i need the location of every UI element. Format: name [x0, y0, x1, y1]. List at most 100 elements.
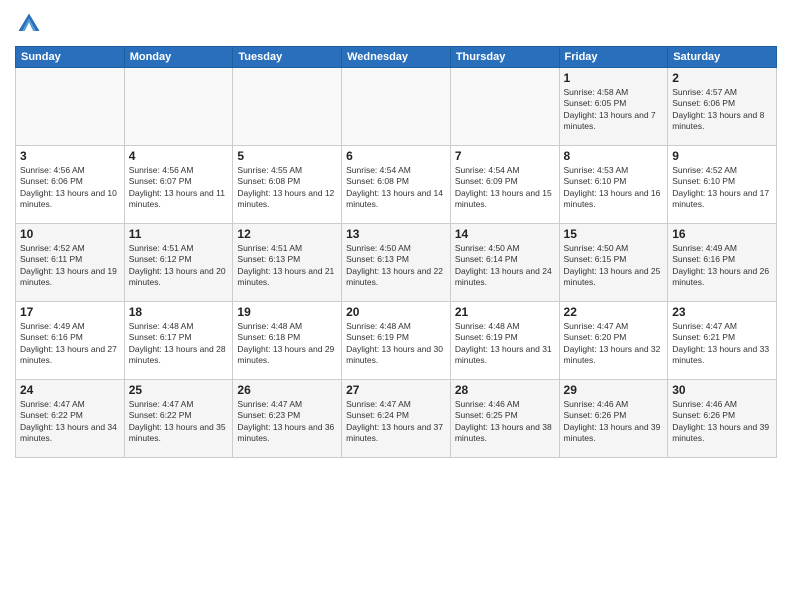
day-cell: 6Sunrise: 4:54 AM Sunset: 6:08 PM Daylig…: [342, 146, 451, 224]
day-number: 6: [346, 149, 446, 163]
day-info: Sunrise: 4:47 AM Sunset: 6:21 PM Dayligh…: [672, 321, 772, 367]
day-cell: 10 Sunrise: 4:52 AM Sunset: 6:11 PM Dayli…: [16, 224, 125, 302]
logo-icon: [15, 10, 43, 38]
day-info: Sunrise: 4:48 AM Sunset: 6:18 PM Dayligh…: [237, 321, 337, 367]
day-cell: 13 Sunrise: 4:50 AM Sunset: 6:13 PM Dayli…: [342, 224, 451, 302]
day-info: Sunrise: 4:47 AM Sunset: 6:24 PM Dayligh…: [346, 399, 446, 445]
day-cell: 17 Sunrise: 4:49 AM Sunset: 6:16 PM Dayli…: [16, 302, 125, 380]
day-number: 30: [672, 383, 772, 397]
weekday-header-tuesday: Tuesday: [233, 47, 342, 68]
day-number: 9: [672, 149, 772, 163]
weekday-header-thursday: Thursday: [450, 47, 559, 68]
day-number: 12: [237, 227, 337, 241]
day-info: Sunrise: 4:54 AM Sunset: 6:09 PM Dayligh…: [455, 165, 555, 211]
day-cell: 25Sunrise: 4:47 AM Sunset: 6:22 PM Dayli…: [124, 380, 233, 458]
day-info: Sunrise: 4:55 AM Sunset: 6:08 PM Dayligh…: [237, 165, 337, 211]
week-row-2: 3 Sunrise: 4:56 AM Sunset: 6:06 PM Daylig…: [16, 146, 777, 224]
day-info: Sunrise: 4:49 AM Sunset: 6:16 PM Dayligh…: [672, 243, 772, 289]
day-number: 3: [20, 149, 120, 163]
day-cell: 21 Sunrise: 4:48 AM Sunset: 6:19 PM Dayli…: [450, 302, 559, 380]
day-cell: 7 Sunrise: 4:54 AM Sunset: 6:09 PM Daylig…: [450, 146, 559, 224]
week-row-4: 17 Sunrise: 4:49 AM Sunset: 6:16 PM Dayli…: [16, 302, 777, 380]
weekday-header-sunday: Sunday: [16, 47, 125, 68]
day-cell: 19 Sunrise: 4:48 AM Sunset: 6:18 PM Dayli…: [233, 302, 342, 380]
day-info: Sunrise: 4:56 AM Sunset: 6:06 PM Dayligh…: [20, 165, 120, 211]
day-number: 5: [237, 149, 337, 163]
day-info: Sunrise: 4:47 AM Sunset: 6:22 PM Dayligh…: [129, 399, 229, 445]
day-cell: [124, 68, 233, 146]
day-number: 21: [455, 305, 555, 319]
day-info: Sunrise: 4:52 AM Sunset: 6:10 PM Dayligh…: [672, 165, 772, 211]
day-cell: 23 Sunrise: 4:47 AM Sunset: 6:21 PM Dayli…: [668, 302, 777, 380]
day-number: 2: [672, 71, 772, 85]
day-number: 10: [20, 227, 120, 241]
day-info: Sunrise: 4:50 AM Sunset: 6:14 PM Dayligh…: [455, 243, 555, 289]
day-number: 15: [564, 227, 664, 241]
day-cell: 29 Sunrise: 4:46 AM Sunset: 6:26 PM Dayli…: [559, 380, 668, 458]
day-number: 26: [237, 383, 337, 397]
day-info: Sunrise: 4:47 AM Sunset: 6:20 PM Dayligh…: [564, 321, 664, 367]
day-cell: 18 Sunrise: 4:48 AM Sunset: 6:17 PM Dayli…: [124, 302, 233, 380]
day-number: 19: [237, 305, 337, 319]
day-cell: 26 Sunrise: 4:47 AM Sunset: 6:23 PM Dayli…: [233, 380, 342, 458]
day-number: 13: [346, 227, 446, 241]
day-cell: 2Sunrise: 4:57 AM Sunset: 6:06 PM Daylig…: [668, 68, 777, 146]
day-info: Sunrise: 4:58 AM Sunset: 6:05 PM Dayligh…: [564, 87, 664, 133]
day-number: 23: [672, 305, 772, 319]
day-info: Sunrise: 4:50 AM Sunset: 6:15 PM Dayligh…: [564, 243, 664, 289]
day-info: Sunrise: 4:48 AM Sunset: 6:19 PM Dayligh…: [455, 321, 555, 367]
day-number: 7: [455, 149, 555, 163]
day-info: Sunrise: 4:50 AM Sunset: 6:13 PM Dayligh…: [346, 243, 446, 289]
day-number: 20: [346, 305, 446, 319]
day-info: Sunrise: 4:46 AM Sunset: 6:26 PM Dayligh…: [564, 399, 664, 445]
logo: [15, 10, 47, 38]
day-cell: 24 Sunrise: 4:47 AM Sunset: 6:22 PM Dayli…: [16, 380, 125, 458]
week-row-1: 1 Sunrise: 4:58 AM Sunset: 6:05 PM Daylig…: [16, 68, 777, 146]
day-info: Sunrise: 4:53 AM Sunset: 6:10 PM Dayligh…: [564, 165, 664, 211]
day-cell: 27 Sunrise: 4:47 AM Sunset: 6:24 PM Dayli…: [342, 380, 451, 458]
day-info: Sunrise: 4:49 AM Sunset: 6:16 PM Dayligh…: [20, 321, 120, 367]
day-info: Sunrise: 4:46 AM Sunset: 6:26 PM Dayligh…: [672, 399, 772, 445]
day-info: Sunrise: 4:51 AM Sunset: 6:12 PM Dayligh…: [129, 243, 229, 289]
day-info: Sunrise: 4:47 AM Sunset: 6:23 PM Dayligh…: [237, 399, 337, 445]
week-row-5: 24 Sunrise: 4:47 AM Sunset: 6:22 PM Dayli…: [16, 380, 777, 458]
day-number: 11: [129, 227, 229, 241]
day-number: 16: [672, 227, 772, 241]
header: [15, 10, 777, 38]
day-cell: 12Sunrise: 4:51 AM Sunset: 6:13 PM Dayli…: [233, 224, 342, 302]
day-cell: 14 Sunrise: 4:50 AM Sunset: 6:14 PM Dayli…: [450, 224, 559, 302]
calendar: SundayMondayTuesdayWednesdayThursdayFrid…: [15, 46, 777, 458]
day-cell: 22Sunrise: 4:47 AM Sunset: 6:20 PM Dayli…: [559, 302, 668, 380]
day-info: Sunrise: 4:56 AM Sunset: 6:07 PM Dayligh…: [129, 165, 229, 211]
day-number: 18: [129, 305, 229, 319]
day-cell: 15 Sunrise: 4:50 AM Sunset: 6:15 PM Dayli…: [559, 224, 668, 302]
page: SundayMondayTuesdayWednesdayThursdayFrid…: [0, 0, 792, 612]
weekday-header-row: SundayMondayTuesdayWednesdayThursdayFrid…: [16, 47, 777, 68]
day-info: Sunrise: 4:48 AM Sunset: 6:17 PM Dayligh…: [129, 321, 229, 367]
day-cell: [342, 68, 451, 146]
day-cell: 5 Sunrise: 4:55 AM Sunset: 6:08 PM Daylig…: [233, 146, 342, 224]
day-cell: 16 Sunrise: 4:49 AM Sunset: 6:16 PM Dayli…: [668, 224, 777, 302]
weekday-header-wednesday: Wednesday: [342, 47, 451, 68]
day-cell: 9 Sunrise: 4:52 AM Sunset: 6:10 PM Daylig…: [668, 146, 777, 224]
day-number: 1: [564, 71, 664, 85]
day-number: 27: [346, 383, 446, 397]
day-cell: 11 Sunrise: 4:51 AM Sunset: 6:12 PM Dayli…: [124, 224, 233, 302]
day-cell: 3 Sunrise: 4:56 AM Sunset: 6:06 PM Daylig…: [16, 146, 125, 224]
day-number: 17: [20, 305, 120, 319]
week-row-3: 10 Sunrise: 4:52 AM Sunset: 6:11 PM Dayli…: [16, 224, 777, 302]
day-info: Sunrise: 4:47 AM Sunset: 6:22 PM Dayligh…: [20, 399, 120, 445]
day-cell: [450, 68, 559, 146]
day-number: 28: [455, 383, 555, 397]
day-info: Sunrise: 4:48 AM Sunset: 6:19 PM Dayligh…: [346, 321, 446, 367]
day-cell: [233, 68, 342, 146]
day-number: 29: [564, 383, 664, 397]
day-number: 24: [20, 383, 120, 397]
day-cell: [16, 68, 125, 146]
day-cell: 4Sunrise: 4:56 AM Sunset: 6:07 PM Daylig…: [124, 146, 233, 224]
day-cell: 30 Sunrise: 4:46 AM Sunset: 6:26 PM Dayli…: [668, 380, 777, 458]
weekday-header-friday: Friday: [559, 47, 668, 68]
day-number: 14: [455, 227, 555, 241]
day-info: Sunrise: 4:52 AM Sunset: 6:11 PM Dayligh…: [20, 243, 120, 289]
day-cell: 20 Sunrise: 4:48 AM Sunset: 6:19 PM Dayli…: [342, 302, 451, 380]
